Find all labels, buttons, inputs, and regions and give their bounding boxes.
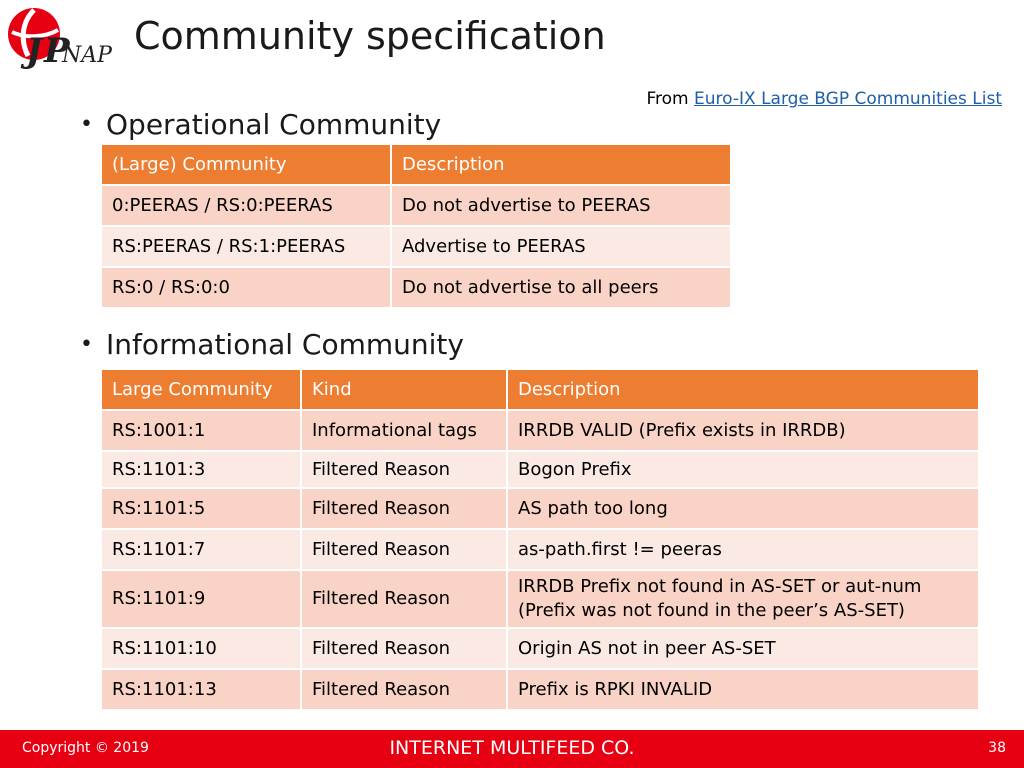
column-header: Large Community bbox=[100, 368, 302, 411]
table-cell: Advertise to PEERAS bbox=[390, 225, 732, 268]
table-cell: IRRDB Prefix not found in AS-SET or aut-… bbox=[506, 569, 980, 629]
table-cell: RS:1101:7 bbox=[100, 528, 302, 571]
page-title: Community specification bbox=[134, 14, 606, 58]
table-row: RS:1101:7 Filtered Reason as-path.first … bbox=[100, 528, 980, 571]
table-row: RS:1001:1 Informational tags IRRDB VALID… bbox=[100, 409, 980, 452]
bullet-dot-icon: • bbox=[80, 112, 93, 137]
table-cell: IRRDB VALID (Prefix exists in IRRDB) bbox=[506, 409, 980, 452]
table-header-row: (Large) Community Description bbox=[100, 143, 732, 186]
table-row: RS:0 / RS:0:0 Do not advertise to all pe… bbox=[100, 266, 732, 309]
table-cell: RS:0 / RS:0:0 bbox=[100, 266, 392, 309]
table-cell: AS path too long bbox=[506, 487, 980, 530]
footer-bar: Copyright © 2019 INTERNET MULTIFEED CO. … bbox=[0, 730, 1024, 768]
table-cell: RS:1101:9 bbox=[100, 569, 302, 629]
table-cell: RS:PEERAS / RS:1:PEERAS bbox=[100, 225, 392, 268]
jpnap-logo: J P NAP bbox=[4, 4, 114, 71]
column-header: Description bbox=[390, 143, 732, 186]
company-name: INTERNET MULTIFEED CO. bbox=[389, 737, 635, 759]
page-number: 38 bbox=[988, 740, 1006, 756]
table-cell: Bogon Prefix bbox=[506, 450, 980, 489]
table-cell: Filtered Reason bbox=[300, 487, 508, 530]
informational-community-table: Large Community Kind Description RS:1001… bbox=[100, 368, 980, 711]
table-cell: RS:1101:13 bbox=[100, 668, 302, 711]
bullet-label: Operational Community bbox=[106, 108, 442, 141]
table-cell: RS:1101:3 bbox=[100, 450, 302, 489]
column-header: Description bbox=[506, 368, 980, 411]
table-cell: Do not advertise to all peers bbox=[390, 266, 732, 309]
table-cell: RS:1101:5 bbox=[100, 487, 302, 530]
table-cell: Origin AS not in peer AS-SET bbox=[506, 627, 980, 670]
column-header: Kind bbox=[300, 368, 508, 411]
source-prefix: From bbox=[646, 89, 689, 109]
table-cell: Filtered Reason bbox=[300, 668, 508, 711]
table-cell: RS:1101:10 bbox=[100, 627, 302, 670]
table-cell: Prefix is RPKI INVALID bbox=[506, 668, 980, 711]
table-cell: Filtered Reason bbox=[300, 569, 508, 629]
svg-text:NAP: NAP bbox=[61, 43, 113, 68]
table-row: 0:PEERAS / RS:0:PEERAS Do not advertise … bbox=[100, 184, 732, 227]
operational-community-table: (Large) Community Description 0:PEERAS /… bbox=[100, 143, 732, 309]
table-row: RS:1101:13 Filtered Reason Prefix is RPK… bbox=[100, 668, 980, 711]
table-row: RS:1101:3 Filtered Reason Bogon Prefix bbox=[100, 450, 980, 489]
table-row: RS:1101:5 Filtered Reason AS path too lo… bbox=[100, 487, 980, 530]
table-cell: 0:PEERAS / RS:0:PEERAS bbox=[100, 184, 392, 227]
table-cell: Filtered Reason bbox=[300, 450, 508, 489]
table-row: RS:1101:10 Filtered Reason Origin AS not… bbox=[100, 627, 980, 670]
table-row: RS:PEERAS / RS:1:PEERAS Advertise to PEE… bbox=[100, 225, 732, 268]
table-cell: RS:1001:1 bbox=[100, 409, 302, 452]
bullet-informational-community: • Informational Community bbox=[80, 328, 464, 361]
table-cell: as-path.first != peeras bbox=[506, 528, 980, 571]
bullet-dot-icon: • bbox=[80, 332, 93, 357]
bullet-label: Informational Community bbox=[106, 328, 464, 361]
source-note: From Euro-IX Large BGP Communities List bbox=[647, 89, 1003, 109]
table-cell: Filtered Reason bbox=[300, 528, 508, 571]
table-cell: Do not advertise to PEERAS bbox=[390, 184, 732, 227]
source-link[interactable]: Euro-IX Large BGP Communities List bbox=[694, 89, 1002, 109]
table-header-row: Large Community Kind Description bbox=[100, 368, 980, 411]
table-cell: Informational tags bbox=[300, 409, 508, 452]
table-row: RS:1101:9 Filtered Reason IRRDB Prefix n… bbox=[100, 569, 980, 629]
bullet-operational-community: • Operational Community bbox=[80, 108, 441, 141]
column-header: (Large) Community bbox=[100, 143, 392, 186]
table-cell: Filtered Reason bbox=[300, 627, 508, 670]
